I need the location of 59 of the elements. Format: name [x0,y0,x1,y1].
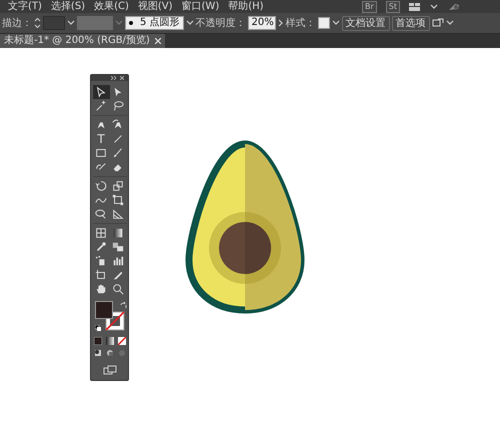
artboard-icon [95,269,107,281]
search-icon [112,283,124,295]
default-colors-icon[interactable] [95,325,101,331]
toolbar-button[interactable]: 首选项 [392,16,430,30]
pen-icon [112,119,124,131]
hand-icon [95,283,107,295]
collapse-icon[interactable] [111,76,116,80]
tool-button[interactable] [92,85,110,99]
brush-label: 5 点圆形 [140,17,180,29]
rotate-icon [95,180,107,192]
brush-dropdown[interactable]: 5 点圆形 [125,16,184,30]
swap-icon[interactable] [120,302,127,309]
app-button[interactable]: Br [362,0,377,12]
opacity-label: 不透明度： [196,16,246,30]
none-icon[interactable] [118,337,126,345]
color-icon[interactable] [94,337,102,345]
menu-item[interactable]: 窗口(W) [182,0,220,13]
screen-mode-icon[interactable] [102,365,116,375]
transform-icon [112,194,124,206]
tool-button[interactable]: T [92,132,110,146]
wand-icon [95,100,107,112]
menu-item[interactable]: 效果(C) [94,0,129,13]
caret-icon[interactable] [67,19,75,27]
caret-icon[interactable] [186,19,194,27]
caret-icon[interactable] [430,2,438,10]
close-icon[interactable] [120,76,124,80]
caret-icon[interactable] [332,19,340,27]
variable-width-field[interactable] [77,16,113,30]
eyedropper-icon [95,241,107,253]
gradient-icon[interactable] [106,337,114,345]
spinner-icon[interactable] [34,17,41,29]
opacity-field[interactable]: 20% [248,16,276,30]
pointer-icon [95,86,107,98]
scale-icon [112,180,124,192]
fill-swatch[interactable] [95,301,113,319]
style-swatch[interactable] [318,17,330,29]
menu-item[interactable]: 帮助(H) [228,0,264,13]
rectangle-icon [95,147,107,159]
app-button[interactable]: St [386,0,400,12]
chevron-icon[interactable] [278,19,284,27]
menu-item[interactable]: 文字(T) [8,0,42,13]
lasso-icon [112,100,124,112]
pointer-icon [112,86,124,98]
bullet-icon [129,21,133,25]
menu-item[interactable]: 选择(S) [50,0,86,13]
menu-item[interactable]: 视图(V) [138,0,173,13]
brush-icon [112,147,124,159]
toolbar-button[interactable]: 文档设置 [342,16,390,30]
caret-icon [115,19,123,27]
tool-button[interactable] [92,179,110,193]
line-icon [112,133,124,145]
layout-icon[interactable] [409,2,421,12]
close-icon[interactable] [154,38,161,44]
bar-graph-icon [112,255,124,267]
gradient-icon [112,227,124,239]
style-label: 样式： [286,16,316,30]
stroke-label: 描边： [2,16,32,30]
stroke-weight-field[interactable] [43,16,65,30]
mesh-icon [95,227,107,239]
